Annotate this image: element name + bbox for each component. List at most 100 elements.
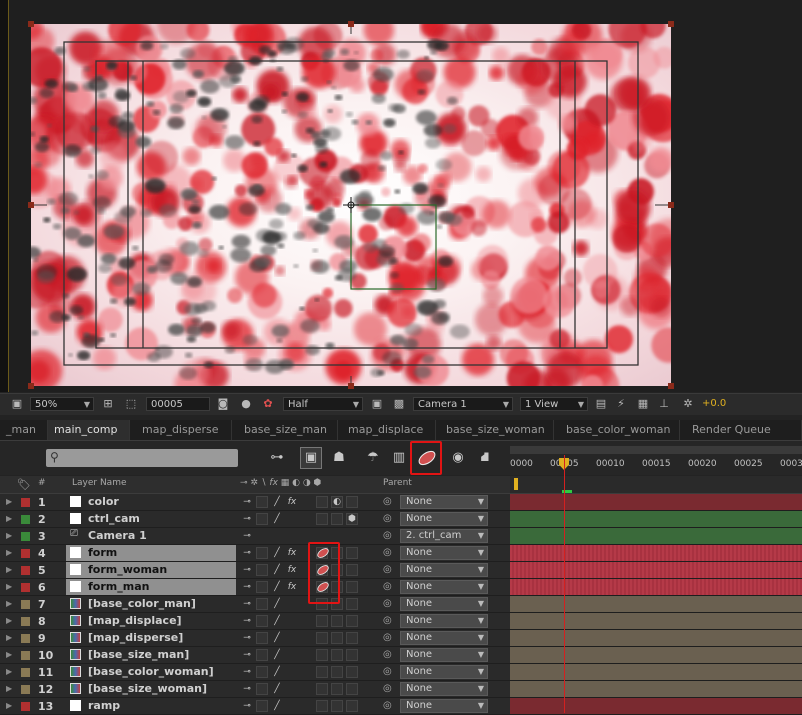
label-color-swatch[interactable] (21, 566, 30, 575)
frame-blend-switch[interactable] (316, 700, 328, 712)
show-snapshot-icon[interactable]: ● (239, 397, 253, 411)
quality-switch-icon[interactable]: ╱ (272, 514, 282, 524)
3d-layer-switch[interactable] (346, 564, 358, 576)
comp-mini-flowchart-icon[interactable]: ⊶ (266, 447, 288, 469)
motion-blur-icon[interactable]: ▥ (388, 447, 410, 469)
current-time-field[interactable]: 00005 (146, 397, 210, 411)
parent-dropdown[interactable]: None ▼ (400, 580, 488, 594)
comp-canvas[interactable] (31, 24, 671, 386)
layer-duration-bar[interactable] (510, 562, 802, 579)
expand-triangle-icon[interactable]: ▶ (6, 531, 12, 540)
pick-whip-icon[interactable]: ◎ (383, 496, 392, 507)
region-of-interest-icon[interactable]: ▣ (370, 397, 384, 411)
layer-row[interactable]: ▶ 3 ⎚ Camera 1 ⊸ ◎ 2. ctrl_cam ▼ (0, 528, 510, 545)
3d-layer-switch[interactable] (346, 598, 358, 610)
motion-blur-switch[interactable] (331, 683, 343, 695)
collapse-switch[interactable] (256, 564, 268, 576)
layer-duration-bar[interactable] (510, 630, 802, 647)
layer-row[interactable]: ▶ 6 form_man ⊸ ╱ fx ◎ None ▼ (0, 579, 510, 596)
shy-switch-icon[interactable]: ⊸ (242, 667, 252, 677)
collapse-switch[interactable] (256, 683, 268, 695)
pick-whip-icon[interactable]: ◎ (383, 683, 392, 694)
layer-duration-bar[interactable] (510, 494, 802, 511)
collapse-switch[interactable] (256, 649, 268, 661)
always-preview-icon[interactable]: ▣ (10, 397, 24, 411)
exposure-value[interactable]: +0.0 (702, 398, 726, 409)
layer-handle[interactable] (28, 202, 34, 208)
layer-name-cell[interactable]: [base_size_man] (66, 647, 236, 663)
transparency-grid-icon[interactable]: ▩ (392, 397, 406, 411)
layer-handle[interactable] (28, 383, 34, 389)
expand-triangle-icon[interactable]: ▶ (6, 667, 12, 676)
layer-name-cell[interactable]: form (66, 545, 236, 561)
label-color-swatch[interactable] (21, 634, 30, 643)
frame-blend-switch[interactable] (316, 649, 328, 661)
pick-whip-icon[interactable]: ◎ (383, 632, 392, 643)
label-color-swatch[interactable] (21, 668, 30, 677)
quality-switch-icon[interactable]: ╱ (272, 599, 282, 609)
layer-duration-bar[interactable] (510, 528, 802, 545)
label-color-swatch[interactable] (21, 549, 30, 558)
label-color-swatch[interactable] (21, 600, 30, 609)
fast-previews-icon[interactable]: ⚡ (614, 397, 628, 411)
layer-row[interactable]: ▶ 10 [base_size_man] ⊸ ╱ ◎ None ▼ (0, 647, 510, 664)
motion-blur-switch[interactable] (331, 666, 343, 678)
pick-whip-icon[interactable]: ◎ (383, 581, 392, 592)
layer-name-cell[interactable]: [map_disperse] (66, 630, 236, 646)
quality-switch-icon[interactable]: ╱ (272, 701, 282, 711)
layer-row[interactable]: ▶ 8 [map_displace] ⊸ ╱ ◎ None ▼ (0, 613, 510, 630)
expand-triangle-icon[interactable]: ▶ (6, 599, 12, 608)
expand-triangle-icon[interactable]: ▶ (6, 548, 12, 557)
layer-handle[interactable] (348, 21, 354, 27)
layer-handle[interactable] (668, 202, 674, 208)
tab-base-size-woman[interactable]: base_size_woman (436, 420, 554, 440)
hide-shy-layers-icon[interactable]: ☗ (328, 447, 350, 469)
tab-man[interactable]: _man (0, 420, 48, 440)
collapse-switch[interactable] (256, 615, 268, 627)
layer-name-cell[interactable]: form_man (66, 579, 236, 595)
layer-name-cell[interactable]: [base_color_woman] (66, 664, 236, 680)
expand-triangle-icon[interactable]: ▶ (6, 650, 12, 659)
pick-whip-icon[interactable]: ◎ (383, 615, 392, 626)
quality-switch-icon[interactable]: ╱ (272, 497, 282, 507)
label-color-swatch[interactable] (21, 651, 30, 660)
pick-whip-icon[interactable]: ◎ (383, 649, 392, 660)
3d-layer-switch[interactable] (346, 666, 358, 678)
tab-map-disperse[interactable]: map_disperse (130, 420, 232, 440)
timeline-icon[interactable]: ▦ (636, 397, 650, 411)
layer-duration-bar[interactable] (510, 681, 802, 698)
layer-row[interactable]: ▶ 2 ctrl_cam ⊸ ╱ ⬢ ◎ None ▼ (0, 511, 510, 528)
reset-exposure-icon[interactable]: ✲ (681, 397, 695, 411)
effects-switch-icon[interactable]: fx (287, 548, 297, 558)
quality-switch-icon[interactable]: ╱ (272, 633, 282, 643)
shy-switch-icon[interactable]: ⊸ (242, 701, 252, 711)
quality-switch-icon[interactable]: ╱ (272, 565, 282, 575)
layer-search-input[interactable]: ⚲ (46, 449, 238, 467)
shy-switch-icon[interactable]: ⊸ (242, 633, 252, 643)
expand-triangle-icon[interactable]: ▶ (6, 497, 12, 506)
tab-main-comp[interactable]: main_comp × (48, 420, 130, 456)
label-color-swatch[interactable] (21, 498, 30, 507)
shy-switch-icon[interactable]: ⊸ (242, 514, 252, 524)
expand-triangle-icon[interactable]: ▶ (6, 633, 12, 642)
draft-3d-icon[interactable]: ▣ (300, 447, 322, 469)
view-layout-dropdown[interactable]: 1 View ▼ (520, 397, 588, 411)
layer-name-cell[interactable]: [map_displace] (66, 613, 236, 629)
layer-name-cell[interactable]: color (66, 494, 236, 510)
quality-switch-icon[interactable]: ╱ (272, 548, 282, 558)
frame-blend-switch[interactable] (316, 666, 328, 678)
layer-name-cell[interactable]: ⎚ Camera 1 (66, 528, 236, 544)
layer-name-cell[interactable]: [base_size_woman] (66, 681, 236, 697)
collapse-switch[interactable] (256, 632, 268, 644)
frame-blend-switch[interactable] (316, 683, 328, 695)
expand-triangle-icon[interactable]: ▶ (6, 616, 12, 625)
shy-switch-icon[interactable]: ⊸ (242, 650, 252, 660)
motion-blur-switch[interactable] (331, 513, 343, 525)
pick-whip-icon[interactable]: ◎ (383, 666, 392, 677)
pick-whip-icon[interactable]: ◎ (383, 564, 392, 575)
layer-duration-bar[interactable] (510, 579, 802, 596)
3d-layer-switch[interactable] (346, 496, 358, 508)
effects-switch-icon[interactable]: fx (287, 497, 297, 507)
tab-map-displace[interactable]: map_displace (338, 420, 436, 440)
parent-dropdown[interactable]: None ▼ (400, 682, 488, 696)
